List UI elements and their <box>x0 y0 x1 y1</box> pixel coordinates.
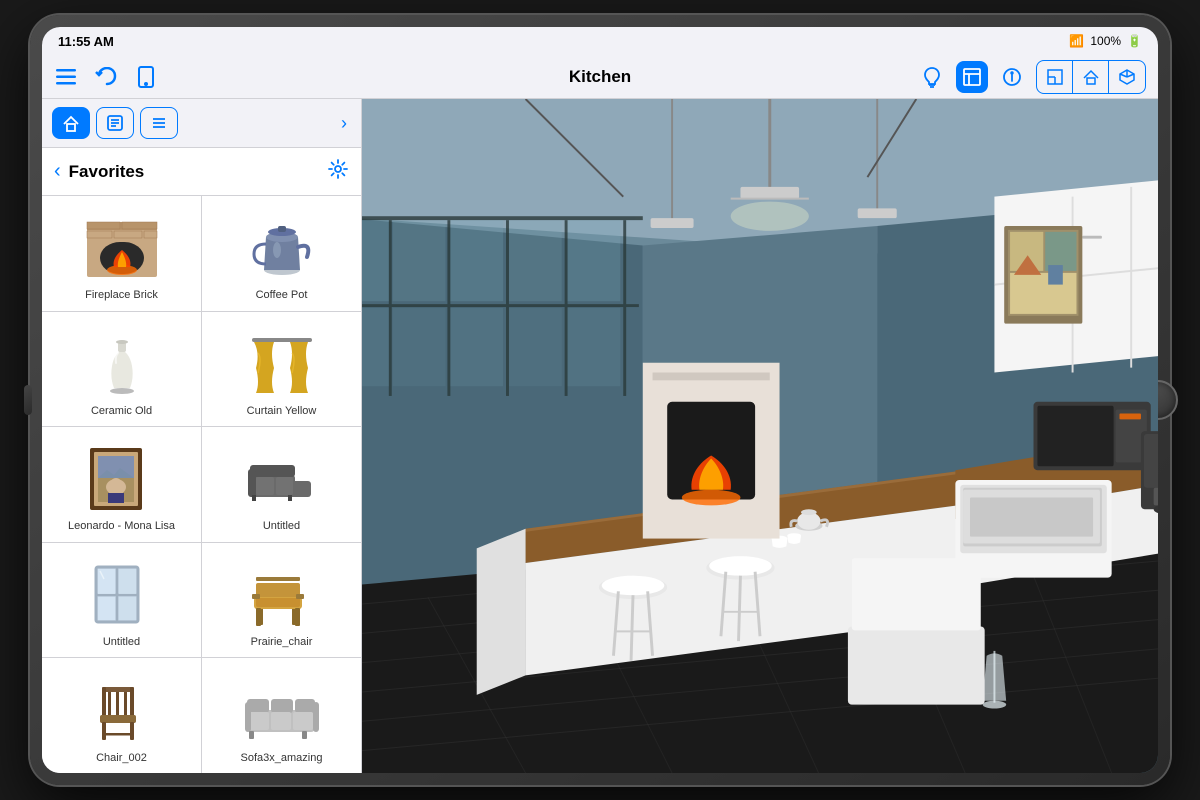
untitled-sofa-icon <box>242 443 322 513</box>
coffee-pot-icon <box>242 212 322 282</box>
tab-home[interactable] <box>52 107 90 139</box>
battery-text: 100% <box>1090 34 1121 48</box>
curtain-yellow-icon <box>242 328 322 398</box>
camera-button <box>24 385 32 415</box>
sofa3x-label: Sofa3x_amazing <box>241 751 323 765</box>
curtain-yellow-label: Curtain Yellow <box>247 404 317 418</box>
item-mona-lisa[interactable]: Leonardo - Mona Lisa <box>42 427 201 542</box>
chair-002-label: Chair_002 <box>96 751 147 765</box>
tab-edit[interactable] <box>96 107 134 139</box>
left-panel: › ‹ Favorites <box>42 99 362 773</box>
kitchen-3d-view <box>362 99 1158 773</box>
device-icon[interactable] <box>134 65 158 89</box>
untitled-window-label: Untitled <box>103 635 140 649</box>
info-button[interactable] <box>996 61 1028 93</box>
panel-title: Favorites <box>69 162 327 182</box>
lightbulb-button[interactable] <box>916 61 948 93</box>
main-content: › ‹ Favorites <box>42 99 1158 773</box>
item-untitled-sofa[interactable]: Untitled <box>202 427 361 542</box>
ipad-screen: 11:55 AM 📶 100% 🔋 <box>42 27 1158 773</box>
mona-lisa-icon <box>82 443 162 513</box>
cube-button[interactable] <box>1109 61 1145 93</box>
status-time: 11:55 AM <box>58 34 114 49</box>
back-button[interactable]: ‹ <box>54 160 61 183</box>
coffee-pot-label: Coffee Pot <box>256 288 308 302</box>
toolbar-title: Kitchen <box>569 67 631 87</box>
fireplace-brick-label: Fireplace Brick <box>85 288 158 302</box>
menu-icon[interactable] <box>54 65 78 89</box>
tab-list[interactable] <box>140 107 178 139</box>
untitled-window-icon <box>82 559 162 629</box>
item-ceramic-old[interactable]: Ceramic Old <box>42 312 201 427</box>
panel-header: ‹ Favorites <box>42 148 361 196</box>
battery-icon: 🔋 <box>1127 34 1142 48</box>
untitled-sofa-label: Untitled <box>263 519 300 533</box>
item-curtain-yellow[interactable]: Curtain Yellow <box>202 312 361 427</box>
prairie-chair-label: Prairie_chair <box>251 635 313 649</box>
ceramic-old-icon <box>82 328 162 398</box>
floorplan-button[interactable] <box>1037 61 1073 93</box>
prairie-chair-icon <box>242 559 322 629</box>
item-coffee-pot[interactable]: Coffee Pot <box>202 196 361 311</box>
settings-icon[interactable] <box>327 158 349 185</box>
item-chair-002[interactable]: Chair_002 <box>42 658 201 773</box>
status-icons: 📶 100% 🔋 <box>1069 34 1142 48</box>
panel-tabs: › <box>42 99 361 148</box>
toolbar-left <box>54 65 254 89</box>
chair-002-icon <box>82 675 162 745</box>
toolbar-right <box>916 60 1146 94</box>
view-mode-group <box>1036 60 1146 94</box>
item-untitled-window[interactable]: Untitled <box>42 543 201 658</box>
fireplace-brick-icon <box>82 212 162 282</box>
status-bar: 11:55 AM 📶 100% 🔋 <box>42 27 1158 55</box>
ipad-device: 11:55 AM 📶 100% 🔋 <box>30 15 1170 785</box>
item-prairie-chair[interactable]: Prairie_chair <box>202 543 361 658</box>
library-button[interactable] <box>956 61 988 93</box>
more-button[interactable]: › <box>337 109 351 138</box>
item-sofa3x[interactable]: Sofa3x_amazing <box>202 658 361 773</box>
ceramic-old-label: Ceramic Old <box>91 404 152 418</box>
wifi-icon: 📶 <box>1069 34 1084 48</box>
main-toolbar: Kitchen <box>42 55 1158 99</box>
item-fireplace-brick[interactable]: Fireplace Brick <box>42 196 201 311</box>
undo-icon[interactable] <box>94 65 118 89</box>
items-grid: Fireplace Brick <box>42 196 361 773</box>
house-button[interactable] <box>1073 61 1109 93</box>
sofa3x-icon <box>242 675 322 745</box>
mona-lisa-label: Leonardo - Mona Lisa <box>68 519 175 533</box>
